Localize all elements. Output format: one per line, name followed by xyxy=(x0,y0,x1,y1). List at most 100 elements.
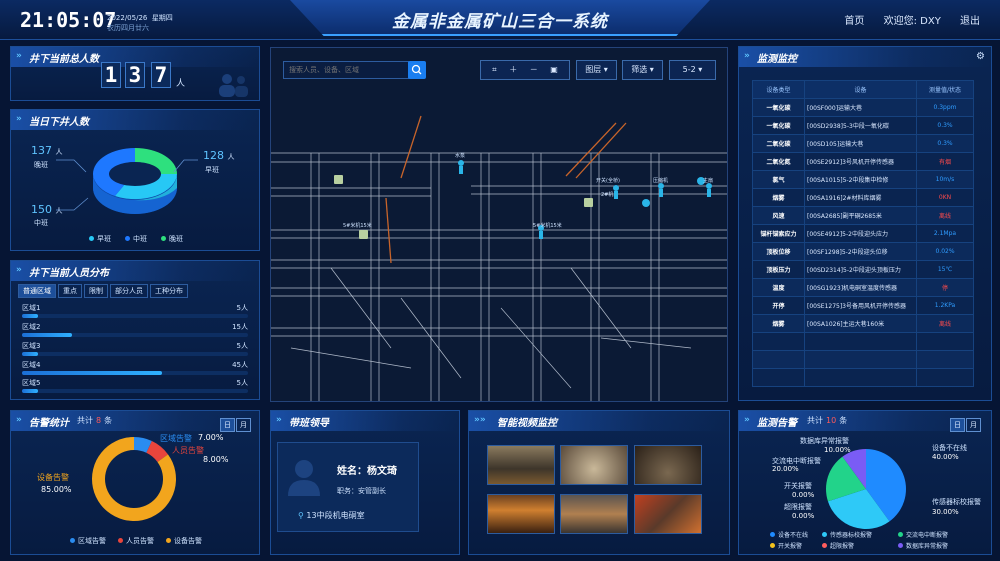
progress-bar-fill xyxy=(22,352,38,356)
table-cell-type: 一氧化碳 xyxy=(752,98,805,117)
fullscreen-icon[interactable]: ⌗ xyxy=(492,65,497,74)
slice-name: 设备不在线 xyxy=(932,444,967,452)
legend-item: 传感器标校报警 xyxy=(822,530,872,539)
legend-item: 开关报警 xyxy=(770,541,802,550)
slice-label: 10.00% xyxy=(824,446,851,454)
table-row[interactable]: 顶板位移 [00SF1298]5-2中段迎头位移 0.02% xyxy=(752,242,974,261)
nav-home-link[interactable]: 首页 xyxy=(844,16,864,27)
legend-item: 早班 xyxy=(89,234,111,244)
table-cell-device: [00SE1275]3号备用风机开停传感器 xyxy=(804,296,917,315)
table-row-empty xyxy=(752,368,974,387)
table-cell-value: 离线 xyxy=(916,206,974,225)
legend-item: 交流电中断报警 xyxy=(898,530,948,539)
list-item: 区域3 5人 xyxy=(22,341,248,360)
location-pin-icon: ⚲ xyxy=(298,511,304,520)
table-cell-type: 开停 xyxy=(752,296,805,315)
table-cell-value: 离线 xyxy=(916,314,974,333)
video-feed-6[interactable] xyxy=(634,494,702,534)
table-cell-value: 0.3ppm xyxy=(916,98,974,117)
month-button[interactable]: 月 xyxy=(966,418,981,432)
table-cell-device: [00SD2938]5-3中段一氧化碳 xyxy=(804,116,917,135)
zoom-out-icon[interactable]: － xyxy=(530,65,538,74)
search-button[interactable] xyxy=(408,61,426,79)
distribution-tabs: 普通区域 重点 限制 部分人员 工种分布 xyxy=(18,284,190,298)
tab-restricted[interactable]: 限制 xyxy=(84,284,108,298)
people-icon xyxy=(219,74,248,97)
shift-value: 128 人 xyxy=(203,149,235,162)
month-button[interactable]: 月 xyxy=(236,418,251,432)
table-cell-device: [00SF000]运输大巷 xyxy=(804,98,917,117)
alarm-total: 共计 10 条 xyxy=(807,416,848,425)
clock: 21:05:07 xyxy=(20,8,117,32)
table-cell-type: 一氧化碳 xyxy=(752,116,805,135)
arrows-icon: » xyxy=(276,415,282,425)
video-feed-4[interactable] xyxy=(487,494,555,534)
monitor-table: 设备类型 设备 测量值/状态 一氧化碳 [00SF000]运输大巷 0.3ppm 一氧… xyxy=(752,80,974,387)
progress-bar-fill xyxy=(22,371,163,375)
arrows-icon: » xyxy=(16,265,22,275)
table-row[interactable]: 顶板压力 [00SD2314]5-2中段迎头顶板压力 15℃ xyxy=(752,260,974,279)
table-row[interactable]: 一氧化碳 [00SF000]运输大巷 0.3ppm xyxy=(752,98,974,117)
tab-key[interactable]: 重点 xyxy=(58,284,82,298)
video-feed-3[interactable] xyxy=(634,445,702,485)
chevron-down-icon: ▾ xyxy=(698,65,703,74)
progress-bar-fill xyxy=(22,314,38,318)
arrows-icon: » xyxy=(744,51,750,61)
weekday: 星期四 xyxy=(151,14,173,22)
video-feed-2[interactable] xyxy=(560,445,628,485)
slice-name: 人员告警 xyxy=(172,446,204,455)
table-row[interactable]: 一氧化碳 [00SD2938]5-3中段一氧化碳 0.3% xyxy=(752,116,974,135)
table-row-empty xyxy=(752,332,974,351)
date: 2022/05/26 xyxy=(107,14,148,22)
legend-item: 设备告警 xyxy=(166,536,202,546)
zoom-in-icon[interactable]: ＋ xyxy=(509,65,517,74)
day-button[interactable]: 日 xyxy=(950,418,965,432)
table-cell-value: 10m/s xyxy=(916,170,974,189)
table-cell-value: 0.3% xyxy=(916,116,974,135)
video-feed-5[interactable] xyxy=(560,494,628,534)
table-row[interactable]: 烟雾 [00SA1026]主运大巷160米 离线 xyxy=(752,314,974,333)
layer-dropdown[interactable]: 图层 ▾ xyxy=(576,60,617,80)
chevron-down-icon: ▾ xyxy=(603,65,608,74)
table-row[interactable]: 烟雾 [00SA1916]2#材料库烟雾 0KN xyxy=(752,188,974,207)
table-cell-type: 二氧化氮 xyxy=(752,152,805,171)
column-header: 设备类型 xyxy=(752,80,805,99)
table-row[interactable]: 风速 [00SA2685]副平硐2685米 离线 xyxy=(752,206,974,225)
tab-normal-area[interactable]: 普通区域 xyxy=(18,284,56,298)
tab-some-personnel[interactable]: 部分人员 xyxy=(110,284,148,298)
leader-position: 职务：安管副长 xyxy=(337,487,386,495)
table-row[interactable]: 锚杆锚索应力 [00SE4912]5-2中段迎头应力 2.1Mpa xyxy=(752,224,974,243)
mine-map[interactable]: 水泵 5#米机15米 开关(全桥) 2#机 压缩机 5#米机15米 主扇 xyxy=(270,47,728,402)
save-icon[interactable]: ▣ xyxy=(550,65,558,74)
nav-logout-link[interactable]: 退出 xyxy=(960,16,980,27)
panel-title: 井下当前人员分布 xyxy=(29,268,109,279)
level-dropdown[interactable]: 5-2 ▾ xyxy=(669,60,716,80)
gear-icon[interactable]: ⚙ xyxy=(976,51,985,62)
day-button[interactable]: 日 xyxy=(220,418,235,432)
table-cell-value: 15℃ xyxy=(916,260,974,279)
table-row[interactable]: 开停 [00SE1275]3号备用风机开停传感器 1.2KPa xyxy=(752,296,974,315)
panel-title: 监测告警 xyxy=(757,418,797,429)
arrows-icon: » xyxy=(16,415,22,425)
count-digit: 1 xyxy=(101,62,121,88)
column-header: 设备 xyxy=(804,80,917,99)
table-row[interactable]: 二氧化碳 [00SD105]运输大巷 0.3% xyxy=(752,134,974,153)
video-feed-1[interactable] xyxy=(487,445,555,485)
slice-name: 数据库异常报警 xyxy=(800,437,849,445)
filter-dropdown[interactable]: 筛选 ▾ xyxy=(622,60,663,80)
tab-job-types[interactable]: 工种分布 xyxy=(150,284,188,298)
table-row[interactable]: 温度 [00SG1923]机电硐室温度传感器停 xyxy=(752,278,974,297)
table-cell-type: 烟雾 xyxy=(752,314,805,333)
arrows-icon: » xyxy=(16,114,22,124)
alarm-total: 共计 8 条 xyxy=(77,416,113,425)
table-row-empty xyxy=(752,350,974,369)
table-row[interactable]: 二氧化氮 [00SE2912]3号风机开停传感器 有烟 xyxy=(752,152,974,171)
table-cell-value: 1.2KPa xyxy=(916,296,974,315)
leader-lines xyxy=(56,159,198,211)
legend-item: 数据库异常报警 xyxy=(898,541,948,550)
slice-name: 传感器标校报警 xyxy=(932,498,981,506)
search-input[interactable] xyxy=(283,61,409,79)
shift-label: 晚班 xyxy=(34,161,48,169)
count-digit: 7 xyxy=(151,62,171,88)
table-row[interactable]: 氯气 [00SA1015]5-2中段集中检修 10m/s xyxy=(752,170,974,189)
